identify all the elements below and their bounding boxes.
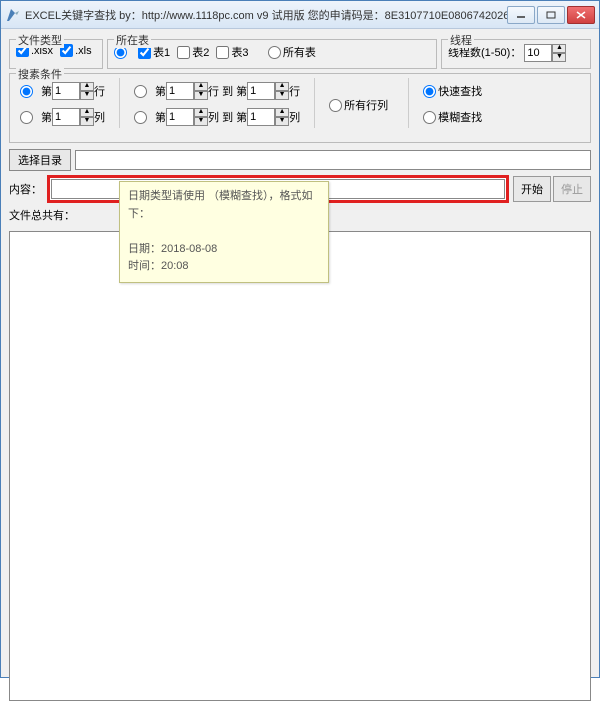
- fieldset-search: 搜素条件 第 ▲▼ 行 第 ▲▼ 列: [9, 73, 591, 143]
- radio-fuzzy-search[interactable]: 模糊查找: [423, 109, 482, 125]
- tooltip-line2: 日期：2018-08-08: [128, 241, 320, 259]
- filecount-label: 文件总共有：: [9, 207, 75, 223]
- window-title: EXCEL关键字查找 by：http://www.1118pc.com v9 试…: [25, 7, 507, 23]
- spin-down-icon[interactable]: ▼: [552, 53, 566, 62]
- fieldset-filetype: 文件类型 .xlsx .xls: [9, 39, 103, 69]
- directory-path-field[interactable]: [75, 150, 591, 170]
- row-spinner[interactable]: ▲▼: [52, 82, 94, 100]
- app-window: EXCEL关键字查找 by：http://www.1118pc.com v9 试…: [0, 0, 600, 678]
- tables-legend: 所在表: [114, 32, 151, 48]
- radio-row-range[interactable]: [134, 85, 149, 98]
- app-icon: [5, 7, 21, 23]
- radio-fast-search[interactable]: 快速查找: [423, 83, 482, 99]
- search-group-mode: 快速查找 模糊查找: [419, 78, 492, 134]
- radio-col-single[interactable]: [20, 111, 35, 124]
- search-legend: 搜素条件: [16, 66, 64, 82]
- close-button[interactable]: [567, 6, 595, 24]
- maximize-button[interactable]: [537, 6, 565, 24]
- separator: [314, 78, 315, 128]
- checkbox-table3[interactable]: 表3: [216, 44, 248, 60]
- stop-button[interactable]: 停止: [553, 176, 591, 202]
- separator: [408, 78, 409, 128]
- thread-label: 线程数(1-50)：: [448, 47, 521, 59]
- spin-up-icon[interactable]: ▲: [552, 44, 566, 53]
- fieldset-tables: 所在表 表1 表2 表3 所有表: [107, 39, 437, 69]
- tooltip-line1: 日期类型请使用 （模糊查找），格式如下：: [128, 188, 320, 223]
- thread-spinner[interactable]: ▲▼: [524, 44, 566, 62]
- search-group-range: 第 ▲▼ 行 到 第 ▲▼ 行 第 ▲▼ 列 到 第: [130, 78, 304, 134]
- search-group-all: 所有行列: [325, 78, 398, 136]
- directory-row: 选择目录: [9, 149, 591, 171]
- titlebar: EXCEL关键字查找 by：http://www.1118pc.com v9 试…: [1, 1, 599, 29]
- fieldset-thread: 线程 线程数(1-50)： ▲▼: [441, 39, 591, 69]
- checkbox-xls[interactable]: .xls: [60, 44, 92, 57]
- checkbox-table2[interactable]: 表2: [177, 44, 209, 60]
- thread-input[interactable]: [524, 44, 552, 62]
- tooltip: 日期类型请使用 （模糊查找），格式如下： 日期：2018-08-08 时间：20…: [119, 181, 329, 283]
- thread-legend: 线程: [448, 32, 474, 48]
- results-pane[interactable]: [9, 231, 591, 701]
- search-group-single: 第 ▲▼ 行 第 ▲▼ 列: [16, 78, 109, 134]
- radio-all-tables[interactable]: 所有表: [268, 44, 316, 60]
- tooltip-line3: 时间：20:08: [128, 258, 320, 276]
- start-button[interactable]: 开始: [513, 176, 551, 202]
- radio-row-single[interactable]: [20, 85, 35, 98]
- separator: [119, 78, 120, 128]
- filetype-legend: 文件类型: [16, 32, 64, 48]
- window-controls: [507, 6, 595, 24]
- content-label: 内容：: [9, 181, 47, 197]
- radio-all-rowcol[interactable]: 所有行列: [329, 97, 388, 113]
- select-directory-button[interactable]: 选择目录: [9, 149, 71, 171]
- col-spinner[interactable]: ▲▼: [52, 108, 94, 126]
- radio-col-range[interactable]: [134, 111, 149, 124]
- minimize-button[interactable]: [507, 6, 535, 24]
